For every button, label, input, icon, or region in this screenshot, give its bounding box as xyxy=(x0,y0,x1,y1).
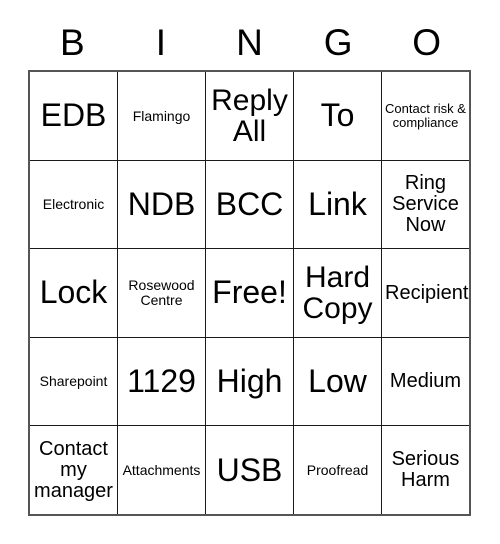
bingo-cell-label: High xyxy=(216,362,283,399)
bingo-cell-r2c4[interactable]: Link xyxy=(293,160,381,249)
bingo-header-letter-i: I xyxy=(155,21,167,63)
bingo-cell-r1c1[interactable]: EDB xyxy=(30,72,117,160)
bingo-cell-label: Attachments xyxy=(122,461,201,478)
bingo-cell-r3c1[interactable]: Lock xyxy=(30,249,117,337)
bingo-row: Lock Rosewood Centre Free! Hard Copy Rec… xyxy=(30,248,469,337)
bingo-cell-r5c2[interactable]: Attachments xyxy=(117,426,205,514)
bingo-cell-label: Recipient xyxy=(385,281,469,304)
bingo-row: Sharepoint 1129 High Low Medium xyxy=(30,336,469,426)
bingo-header-letter-o: O xyxy=(412,21,442,63)
bingo-header-row: B I N G O xyxy=(28,14,471,70)
bingo-cell-r4c2[interactable]: 1129 xyxy=(117,337,205,426)
bingo-cell-label: Reply All xyxy=(211,83,288,148)
bingo-cell-label: Ring Service Now xyxy=(392,172,459,236)
bingo-cell-r1c4[interactable]: To xyxy=(293,72,381,160)
bingo-cell-label: Proofread xyxy=(306,461,369,478)
bingo-cell-label: Medium xyxy=(389,370,462,393)
bingo-cell-r1c3[interactable]: Reply All xyxy=(205,72,293,160)
bingo-cell-label: Contact risk & compliance xyxy=(385,101,466,130)
bingo-cell-r3c2[interactable]: Rosewood Centre xyxy=(117,249,205,337)
bingo-cell-label: Link xyxy=(308,185,367,222)
bingo-cell-label: Sharepoint xyxy=(39,373,108,390)
bingo-cell-r1c5[interactable]: Contact risk & compliance xyxy=(381,72,469,160)
bingo-cell-r2c5[interactable]: Ring Service Now xyxy=(381,160,469,249)
bingo-cell-label: Low xyxy=(308,362,367,399)
bingo-cell-r5c5[interactable]: Serious Harm xyxy=(381,426,469,514)
bingo-cell-label: Serious Harm xyxy=(391,448,460,492)
bingo-cell-r5c1[interactable]: Contact my manager xyxy=(30,426,117,514)
bingo-row: Electronic NDB BCC Link Ring Service Now xyxy=(30,159,469,249)
bingo-cell-label: Electronic xyxy=(42,196,105,213)
bingo-grid: EDB Flamingo Reply All To Contact risk &… xyxy=(28,70,471,516)
bingo-header-letter-n: N xyxy=(236,21,263,63)
bingo-cell-r4c4[interactable]: Low xyxy=(293,337,381,426)
bingo-cell-label: 1129 xyxy=(127,362,196,399)
bingo-cell-r5c4[interactable]: Proofread xyxy=(293,426,381,514)
bingo-cell-r2c1[interactable]: Electronic xyxy=(30,160,117,249)
bingo-cell-r3c5[interactable]: Recipient xyxy=(381,249,469,337)
bingo-row: Contact my manager Attachments USB Proof… xyxy=(30,425,469,514)
bingo-cell-label: Contact my manager xyxy=(34,437,113,502)
bingo-cell-label: Free! xyxy=(212,274,287,311)
bingo-cell-label: EDB xyxy=(40,97,107,134)
bingo-cell-label: Lock xyxy=(39,274,108,311)
bingo-header-letter-b: B xyxy=(59,21,85,63)
bingo-cell-label: Rosewood Centre xyxy=(128,277,195,308)
bingo-cell-r3c4[interactable]: Hard Copy xyxy=(293,249,381,337)
bingo-cell-r2c2[interactable]: NDB xyxy=(117,160,205,249)
bingo-cell-label: NDB xyxy=(127,185,196,222)
bingo-cell-r2c3[interactable]: BCC xyxy=(205,160,293,249)
bingo-cell-label: Flamingo xyxy=(132,107,191,124)
bingo-cell-label: Hard Copy xyxy=(302,260,373,325)
bingo-row: EDB Flamingo Reply All To Contact risk &… xyxy=(30,72,469,160)
bingo-cell-r4c1[interactable]: Sharepoint xyxy=(30,337,117,426)
bingo-cell-r5c3[interactable]: USB xyxy=(205,426,293,514)
bingo-cell-label: To xyxy=(320,97,355,134)
bingo-cell-r4c5[interactable]: Medium xyxy=(381,337,469,426)
bingo-cell-label: BCC xyxy=(215,185,284,222)
bingo-cell-free-space[interactable]: Free! xyxy=(205,249,293,337)
bingo-cell-r1c2[interactable]: Flamingo xyxy=(117,72,205,160)
bingo-header-letter-g: G xyxy=(323,21,353,63)
bingo-cell-label: USB xyxy=(216,451,283,488)
bingo-cell-r4c3[interactable]: High xyxy=(205,337,293,426)
bingo-card: B I N G O EDB Flamingo Reply All To Cont… xyxy=(0,0,500,544)
